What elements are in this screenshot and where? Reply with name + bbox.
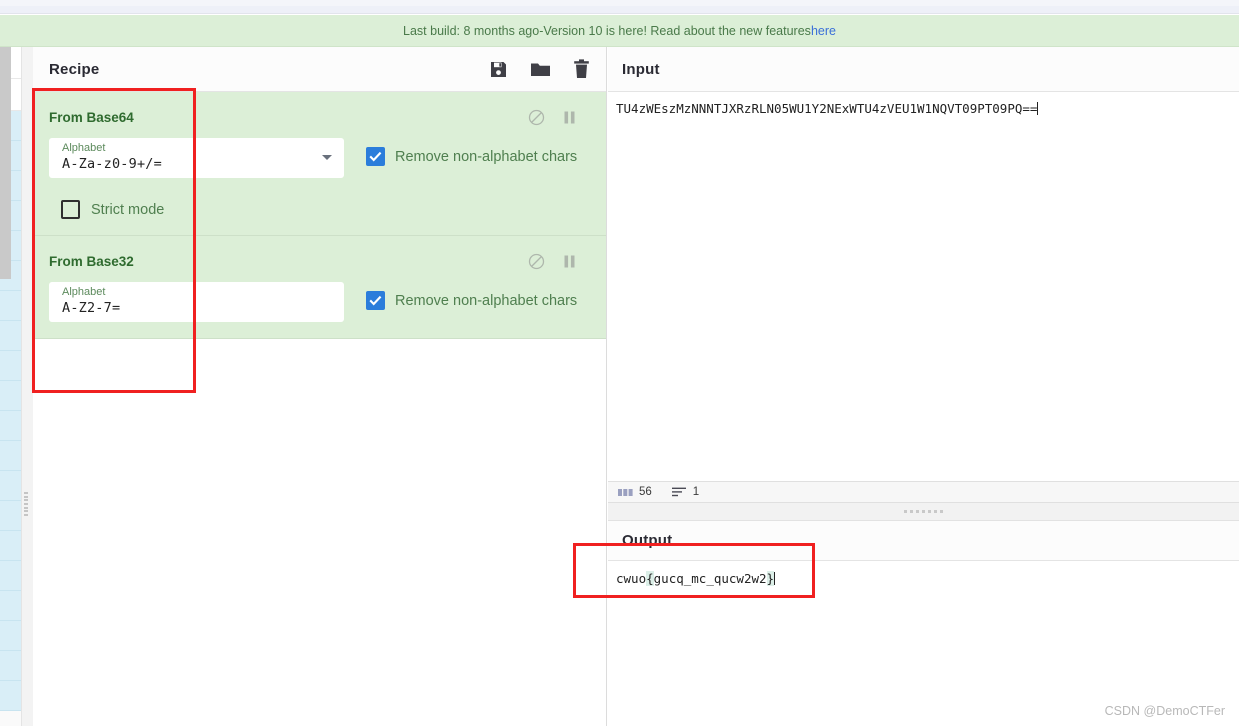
- pause-icon[interactable]: [563, 254, 576, 269]
- trash-icon[interactable]: [573, 59, 590, 79]
- ops-list-item[interactable]: [0, 411, 21, 441]
- save-icon[interactable]: [489, 60, 508, 79]
- output-title-bar: Output: [608, 521, 1239, 561]
- output-bracket-close: }: [766, 571, 775, 586]
- banner-version-text: Version 10 is here! Read about the new f…: [543, 23, 811, 38]
- alphabet-field-value: A-Z2-7=: [62, 300, 121, 316]
- alphabet-field-base32[interactable]: Alphabet A-Z2-7=: [49, 282, 344, 322]
- ops-list-item[interactable]: [0, 621, 21, 651]
- recipe-toolbar: [489, 59, 590, 79]
- ops-list-item[interactable]: [0, 501, 21, 531]
- ops-list-item[interactable]: [0, 651, 21, 681]
- ops-list-item[interactable]: [0, 441, 21, 471]
- build-notice-banner: Last build: 8 months ago - Version 10 is…: [0, 15, 1239, 47]
- operation-header: From Base64: [49, 102, 590, 132]
- remove-non-alphabet-chars-label: Remove non-alphabet chars: [395, 148, 578, 165]
- input-length-status: 56: [618, 486, 652, 498]
- input-lines-value: 1: [692, 486, 700, 498]
- remove-non-alphabet-chars-base32[interactable]: Remove non-alphabet chars: [366, 282, 577, 310]
- output-panel: Output cwuo{gucq_mc_qucw2w2}: [608, 521, 1239, 726]
- recipe-operation-from-base64[interactable]: From Base64 Alphabet A-Za-z0-9+/= Remove…: [33, 92, 606, 236]
- output-value-prefix: cwuo: [616, 571, 647, 586]
- chevron-down-icon[interactable]: [322, 155, 332, 160]
- input-status-bar: 56 1: [608, 481, 1239, 503]
- lines-icon: [671, 487, 686, 497]
- strict-mode-label: Strict mode: [91, 201, 165, 218]
- banner-here-link[interactable]: here: [811, 24, 836, 38]
- ops-list-item[interactable]: [0, 381, 21, 411]
- operation-title: From Base64: [49, 109, 134, 125]
- operation-body: Alphabet A-Z2-7= Remove non-alphabet cha…: [49, 282, 590, 322]
- operation-title: From Base32: [49, 253, 134, 269]
- banner-build-text: Last build: 8 months ago: [403, 23, 540, 38]
- checkbox-unchecked-icon[interactable]: [61, 200, 80, 219]
- watermark: CSDN @DemoCTFer: [1104, 704, 1225, 718]
- ops-list-item[interactable]: [0, 531, 21, 561]
- ops-list-item[interactable]: [0, 351, 21, 381]
- text-caret: [1037, 102, 1039, 115]
- sidebar-splitter-handle[interactable]: [24, 492, 30, 516]
- operations-scrollbar-track[interactable]: [22, 47, 33, 726]
- alphabet-field-label: Alphabet: [62, 142, 106, 154]
- folder-icon[interactable]: [530, 60, 551, 79]
- input-value: TU4zWEszMzNNNTJXRzRLN05WU1Y2NExWTU4zVEU1…: [616, 101, 1038, 116]
- checkbox-checked-icon[interactable]: [366, 291, 385, 310]
- output-caret: [774, 572, 776, 585]
- recipe-title-bar: Recipe: [33, 47, 606, 92]
- recipe-operation-list[interactable]: From Base64 Alphabet A-Za-z0-9+/= Remove…: [33, 92, 606, 339]
- alphabet-field-base64[interactable]: Alphabet A-Za-z0-9+/=: [49, 138, 344, 178]
- input-panel: Input TU4zWEszMzNNNTJXRzRLN05WU1Y2NExWTU…: [608, 47, 1239, 481]
- recipe-operation-from-base32[interactable]: From Base32 Alphabet A-Z2-7= Remove non-…: [33, 236, 606, 339]
- alphabet-field-label: Alphabet: [62, 286, 106, 298]
- remove-non-alphabet-chars-base64[interactable]: Remove non-alphabet chars: [366, 138, 577, 166]
- input-lines-status: 1: [671, 486, 700, 498]
- operations-scrollbar-thumb[interactable]: [0, 47, 11, 279]
- operation-body: Alphabet A-Za-z0-9+/= Remove non-alphabe…: [49, 138, 590, 178]
- output-title: Output: [622, 532, 673, 549]
- input-textarea[interactable]: TU4zWEszMzNNNTJXRzRLN05WU1Y2NExWTU4zVEU1…: [608, 93, 1239, 481]
- operation-controls: [528, 253, 590, 270]
- ops-list-item[interactable]: [0, 561, 21, 591]
- io-splitter-handle[interactable]: [608, 503, 1239, 521]
- ops-list-item[interactable]: [0, 681, 21, 711]
- browser-chrome-strip: [0, 0, 1239, 14]
- output-value-middle: gucq_mc_qucw2w2: [653, 571, 767, 586]
- output-bracket-open: {: [646, 571, 654, 586]
- io-column: Input TU4zWEszMzNNNTJXRzRLN05WU1Y2NExWTU…: [608, 47, 1239, 726]
- remove-non-alphabet-chars-label: Remove non-alphabet chars: [395, 292, 578, 309]
- disable-icon[interactable]: [528, 109, 545, 126]
- operation-controls: [528, 109, 590, 126]
- ops-list-item[interactable]: [0, 321, 21, 351]
- ops-list-item[interactable]: [0, 291, 21, 321]
- disable-icon[interactable]: [528, 253, 545, 270]
- abc-icon: [618, 488, 633, 496]
- browser-chrome-inner: [0, 0, 1239, 6]
- pause-icon[interactable]: [563, 110, 576, 125]
- input-title: Input: [622, 60, 660, 78]
- ops-list-item[interactable]: [0, 591, 21, 621]
- checkbox-checked-icon[interactable]: [366, 147, 385, 166]
- strict-mode-checkbox-row[interactable]: Strict mode: [49, 200, 590, 219]
- ops-list-item[interactable]: [0, 471, 21, 501]
- splitter-dots: [904, 510, 943, 513]
- input-title-bar: Input: [608, 47, 1239, 92]
- recipe-panel: Recipe From Base64 Alphabet A-Za-z0-9+/=…: [33, 47, 607, 726]
- recipe-title: Recipe: [49, 60, 100, 78]
- output-textarea[interactable]: cwuo{gucq_mc_qucw2w2}: [608, 561, 1239, 597]
- cyberchef-app: Last build: 8 months ago - Version 10 is…: [0, 0, 1239, 726]
- operation-header: From Base32: [49, 246, 590, 276]
- alphabet-field-value: A-Za-z0-9+/=: [62, 156, 162, 172]
- input-length-value: 56: [639, 486, 652, 498]
